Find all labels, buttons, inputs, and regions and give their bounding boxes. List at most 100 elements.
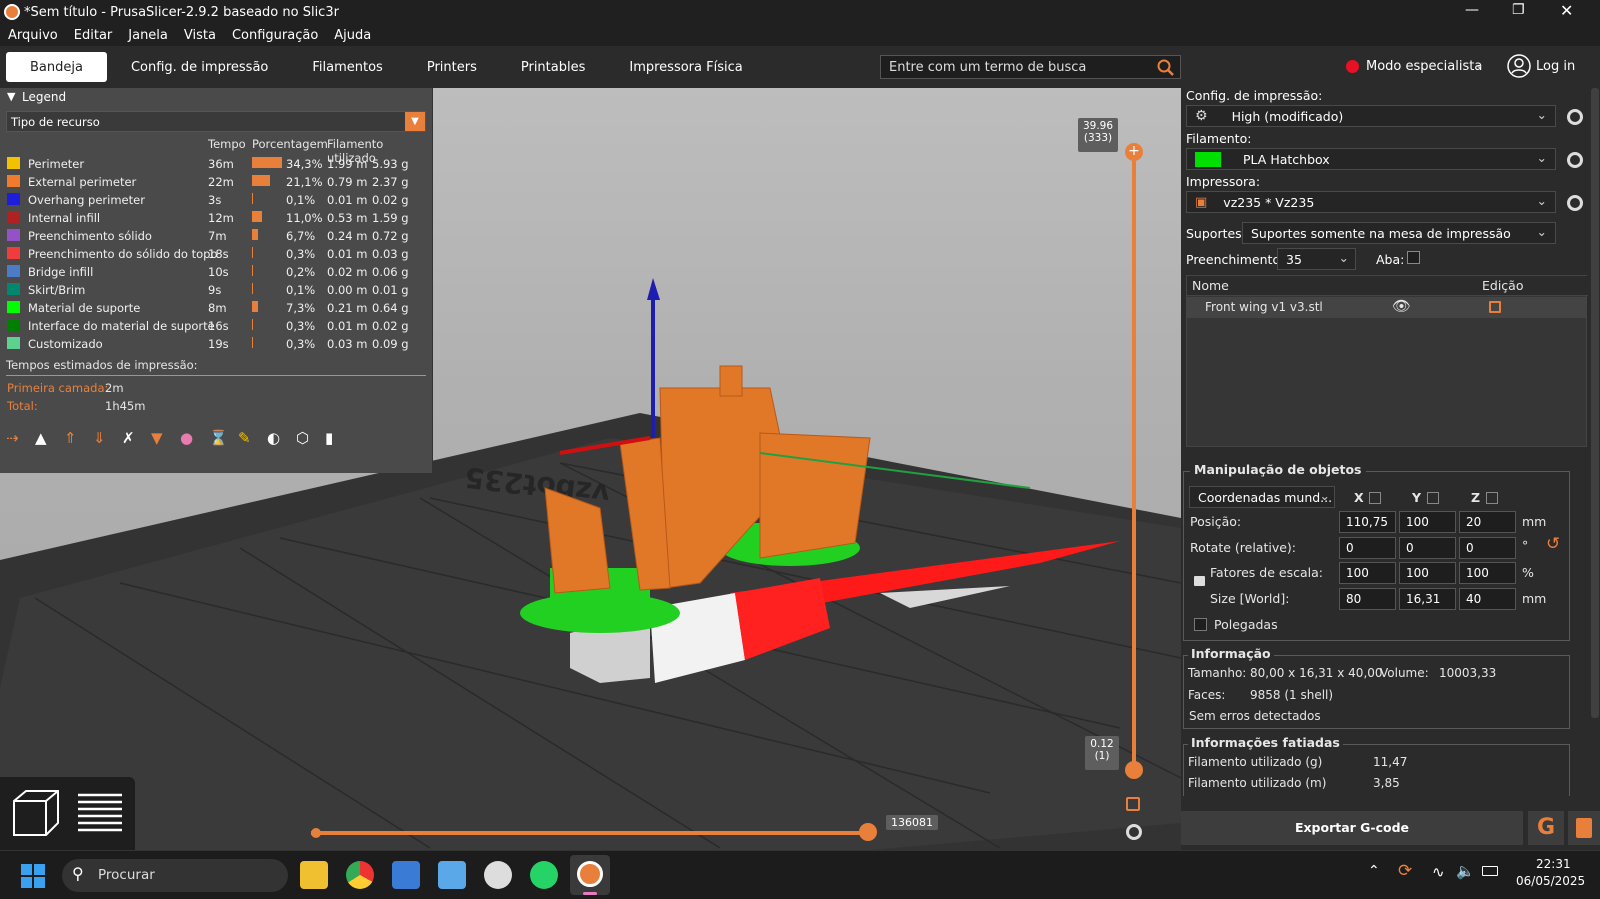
position-x-field[interactable]: 110,75 bbox=[1339, 511, 1396, 533]
print-settings-chevron-down-icon[interactable]: ⌄ bbox=[1537, 107, 1547, 122]
color-changes-toggle-icon[interactable]: ● bbox=[180, 429, 200, 449]
print-settings-gear-icon[interactable] bbox=[1567, 109, 1583, 125]
rotate-x-field[interactable]: 0 bbox=[1339, 537, 1396, 559]
supports-chevron-down-icon[interactable]: ⌄ bbox=[1537, 224, 1547, 239]
tab-printers[interactable]: Printers bbox=[411, 52, 493, 82]
minimize-button[interactable]: — bbox=[1465, 2, 1479, 18]
menu-ajuda[interactable]: Ajuda bbox=[334, 28, 371, 43]
clock-date[interactable]: 06/05/2025 bbox=[1516, 874, 1585, 888]
visibility-eye-icon[interactable]: 👁 bbox=[1392, 297, 1411, 315]
battery-icon[interactable] bbox=[1482, 866, 1498, 876]
send-to-printer-button[interactable]: G bbox=[1528, 811, 1564, 845]
tab-filamentos[interactable]: Filamentos bbox=[296, 52, 398, 82]
tab-config-impressao[interactable]: Config. de impressão bbox=[115, 52, 284, 82]
tab-bandeja[interactable]: Bandeja bbox=[6, 52, 107, 82]
move-slider-start[interactable] bbox=[311, 828, 321, 838]
export-gcode-button[interactable]: Exportar G-code bbox=[1181, 811, 1523, 845]
legend-row[interactable]: Perimeter 36m 34,3% 1.99 m 5.93 g bbox=[0, 155, 433, 173]
layer-slider-track[interactable] bbox=[1132, 152, 1136, 770]
position-z-field[interactable]: 20 bbox=[1459, 511, 1516, 533]
coordinate-system-chevron-down-icon[interactable]: ⌄ bbox=[1320, 488, 1330, 503]
object-list-item[interactable]: Front wing v1 v3.stl 👁 bbox=[1187, 297, 1586, 318]
search-icon[interactable] bbox=[1157, 59, 1174, 76]
legend-row[interactable]: Overhang perimeter 3s 0,1% 0.01 m 0.02 g bbox=[0, 191, 433, 209]
legend-row[interactable]: Customizado 19s 0,3% 0.03 m 0.09 g bbox=[0, 335, 433, 353]
scale-x-field[interactable]: 100 bbox=[1339, 562, 1396, 584]
legend-row[interactable]: Skirt/Brim 9s 0,1% 0.00 m 0.01 g bbox=[0, 281, 433, 299]
view-type-chevron-down-icon[interactable]: ▼ bbox=[405, 112, 425, 131]
infill-chevron-down-icon[interactable]: ⌄ bbox=[1339, 250, 1349, 265]
menu-arquivo[interactable]: Arquivo bbox=[8, 28, 58, 43]
axis-x-lock-icon[interactable] bbox=[1369, 492, 1381, 504]
mail-icon[interactable] bbox=[438, 861, 466, 889]
brim-checkbox[interactable] bbox=[1407, 251, 1420, 264]
clock-time[interactable]: 22:31 bbox=[1536, 857, 1571, 871]
filament-chevron-down-icon[interactable]: ⌄ bbox=[1537, 150, 1547, 165]
close-button[interactable]: ✕ bbox=[1560, 1, 1573, 20]
edit-object-icon[interactable] bbox=[1489, 301, 1501, 313]
filament-color-swatch[interactable] bbox=[1195, 151, 1221, 167]
prusaslicer-taskbar-button[interactable] bbox=[570, 855, 610, 895]
maximize-button[interactable]: ❐ bbox=[1512, 2, 1525, 18]
position-y-field[interactable]: 100 bbox=[1399, 511, 1456, 533]
legend-row[interactable]: Preenchimento sólido 7m 6,7% 0.24 m 0.72 g bbox=[0, 227, 433, 245]
size-y-field[interactable]: 16,31 bbox=[1399, 588, 1456, 610]
menu-editar[interactable]: Editar bbox=[74, 28, 113, 43]
tray-chevron-up-icon[interactable]: ⌃ bbox=[1368, 863, 1380, 879]
export-to-sd-button[interactable] bbox=[1568, 811, 1600, 845]
shells-toggle-icon[interactable]: ⬡ bbox=[296, 429, 316, 449]
scale-y-field[interactable]: 100 bbox=[1399, 562, 1456, 584]
move-slider-track[interactable] bbox=[311, 831, 871, 835]
legend-row[interactable]: Interface do material de suporte 16s 0,3% 0… bbox=[0, 317, 433, 335]
printer-select[interactable]: ▣ vz235 * Vz235 ⌄ bbox=[1186, 191, 1556, 213]
login-label[interactable]: Log in bbox=[1536, 59, 1575, 74]
retractions-toggle-icon[interactable]: ⇑ bbox=[64, 429, 84, 449]
printer-chevron-down-icon[interactable]: ⌄ bbox=[1537, 193, 1547, 208]
size-z-field[interactable]: 40 bbox=[1459, 588, 1516, 610]
seams-toggle-icon[interactable]: ✗ bbox=[122, 429, 142, 449]
menu-configuracao[interactable]: Configuração bbox=[232, 28, 318, 43]
legend-row[interactable]: Bridge infill 10s 0,2% 0.02 m 0.06 g bbox=[0, 263, 433, 281]
layer-slider-bottom-thumb[interactable] bbox=[1125, 761, 1143, 779]
microsoft-store-icon[interactable] bbox=[392, 861, 420, 889]
mode-chevron-down-icon[interactable]: ⌄ bbox=[1474, 57, 1484, 71]
deretractions-toggle-icon[interactable]: ⇓ bbox=[93, 429, 113, 449]
tab-impressora-fisica[interactable]: Impressora Física bbox=[613, 52, 758, 82]
search-input[interactable]: Entre com um termo de busca bbox=[880, 55, 1181, 79]
lock-icon[interactable] bbox=[1126, 797, 1140, 811]
preview-layers-icon[interactable] bbox=[74, 787, 126, 839]
size-x-field[interactable]: 80 bbox=[1339, 588, 1396, 610]
tool-changes-toggle-icon[interactable]: ▼ bbox=[151, 429, 171, 449]
tab-printables[interactable]: Printables bbox=[505, 52, 602, 82]
inches-checkbox[interactable] bbox=[1194, 618, 1207, 631]
windows-start-icon[interactable] bbox=[20, 863, 46, 889]
app-icon[interactable] bbox=[484, 861, 512, 889]
legend-row[interactable]: External perimeter 22m 21,1% 0.79 m 2.37 g bbox=[0, 173, 433, 191]
move-slider-thumb[interactable] bbox=[859, 823, 877, 841]
wipe-toggle-icon[interactable]: ▲ bbox=[35, 429, 55, 449]
custom-gcodes-toggle-icon[interactable]: ✎ bbox=[238, 429, 258, 449]
filament-gear-icon[interactable] bbox=[1567, 152, 1583, 168]
file-explorer-icon[interactable] bbox=[300, 861, 328, 889]
rotate-y-field[interactable]: 0 bbox=[1399, 537, 1456, 559]
rotate-z-field[interactable]: 0 bbox=[1459, 537, 1516, 559]
axis-z-lock-icon[interactable] bbox=[1486, 492, 1498, 504]
legend-row[interactable]: Internal infill 12m 11,0% 0.53 m 1.59 g bbox=[0, 209, 433, 227]
scale-lock-icon[interactable] bbox=[1194, 576, 1205, 586]
travel-toggle-icon[interactable]: ⇢ bbox=[6, 429, 26, 449]
3d-view-icon[interactable] bbox=[10, 787, 62, 839]
infill-select[interactable]: 35 ⌄ bbox=[1277, 248, 1356, 270]
reset-rotation-icon[interactable]: ↺ bbox=[1546, 534, 1560, 554]
sidebar-scrollbar[interactable] bbox=[1591, 88, 1599, 718]
menu-janela[interactable]: Janela bbox=[128, 28, 168, 43]
legend-collapse-icon[interactable]: ▼ bbox=[7, 90, 15, 103]
scale-z-field[interactable]: 100 bbox=[1459, 562, 1516, 584]
wifi-icon[interactable]: ∿ bbox=[1432, 863, 1445, 881]
printer-gear-icon[interactable] bbox=[1567, 195, 1583, 211]
sync-icon[interactable]: ⟳ bbox=[1398, 861, 1412, 881]
filament-select[interactable]: PLA Hatchbox ⌄ bbox=[1186, 148, 1556, 170]
volume-icon[interactable]: 🔈 bbox=[1456, 862, 1475, 880]
tool-marker-toggle-icon[interactable]: ▮ bbox=[325, 429, 345, 449]
print-settings-select[interactable]: ⚙ High (modificado) ⌄ bbox=[1186, 105, 1556, 127]
whatsapp-icon[interactable] bbox=[530, 861, 558, 889]
